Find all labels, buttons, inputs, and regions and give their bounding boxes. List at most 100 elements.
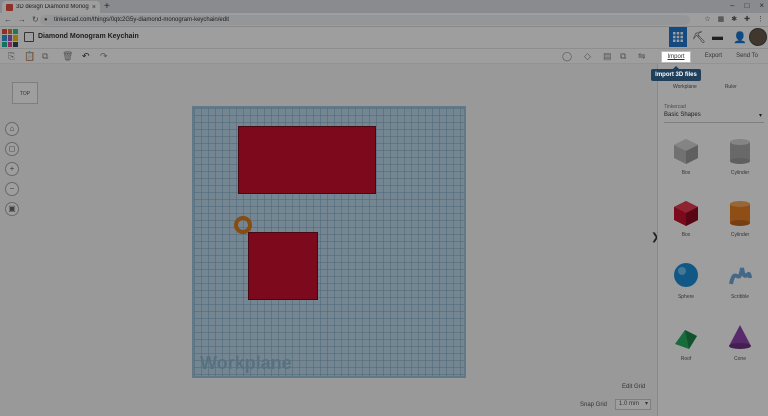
- shape-icon[interactable]: ◇: [584, 51, 591, 62]
- close-window-icon[interactable]: ×: [759, 1, 764, 10]
- home-view-icon[interactable]: ⌂: [5, 122, 19, 136]
- browser-tab[interactable]: 3D design Diamond Monogram... ×: [2, 1, 100, 13]
- back-icon[interactable]: ←: [4, 15, 12, 24]
- maximize-icon[interactable]: □: [744, 1, 749, 10]
- snap-grid-label: Snap Grid: [580, 402, 608, 408]
- forward-icon[interactable]: →: [18, 15, 26, 24]
- shapes-panel: Workplane Ruler Tinkercad Basic Shapes ▾…: [657, 64, 768, 416]
- new-tab-icon[interactable]: +: [104, 1, 110, 12]
- tab-close-icon[interactable]: ×: [92, 4, 96, 11]
- box-red-icon: [674, 201, 698, 226]
- edit-toolbar: ⎘ 📋 ⧉ 🗑 ↶ ↷ ◯ ◇ ▤ ⧉ ⇋ Export Send To: [0, 49, 768, 64]
- reload-icon[interactable]: ↻: [32, 15, 39, 24]
- send-to-button[interactable]: Send To: [736, 53, 758, 59]
- more-menu-icon[interactable]: ⋮: [757, 15, 764, 23]
- shape-library-select[interactable]: Basic Shapes ▾: [664, 112, 764, 123]
- perspective-icon[interactable]: ▣: [5, 202, 19, 216]
- shape-item[interactable]: Sphere: [663, 260, 709, 308]
- shape-label: Roof: [680, 356, 692, 362]
- red-box-shape-large[interactable]: [238, 126, 376, 194]
- snap-grid-value: 1.0 mm: [619, 401, 640, 407]
- group-icon[interactable]: ⧉: [620, 51, 626, 62]
- design-title[interactable]: Diamond Monogram Keychain: [38, 33, 139, 40]
- tools-icon[interactable]: ✚: [744, 15, 750, 23]
- shape-item[interactable]: Box: [663, 198, 709, 246]
- roof-green-icon: [675, 330, 697, 349]
- screen: 3D design Diamond Monogram... × + – □ × …: [0, 0, 768, 416]
- shape-label: Box: [681, 170, 691, 176]
- shape-item[interactable]: Roof: [663, 322, 709, 370]
- shape-label: Cylinder: [730, 170, 750, 176]
- logo-tile: [13, 41, 18, 47]
- puzzle-icon[interactable]: ✱: [731, 15, 737, 23]
- browser-tabstrip: 3D design Diamond Monogram... × + – □ ×: [0, 0, 768, 13]
- logo-tile: [2, 35, 7, 41]
- logo-tile: [7, 29, 13, 35]
- light-icon[interactable]: ◯: [562, 51, 572, 62]
- workplane-tool-button[interactable]: Workplane: [673, 84, 697, 90]
- fit-view-icon[interactable]: ◻: [5, 142, 19, 156]
- extension-grid-icon[interactable]: ▦: [718, 15, 725, 23]
- library-caption: Tinkercad: [664, 104, 686, 110]
- copy-icon[interactable]: ⎘: [8, 51, 15, 62]
- export-button[interactable]: Export: [705, 53, 722, 59]
- logo-tile: [7, 35, 13, 41]
- app-header: Diamond Monogram Keychain ⛏ ▬ 👤: [0, 27, 768, 49]
- workplane-label: Workplane: [200, 353, 292, 373]
- tab-title: 3D design Diamond Monogram...: [16, 4, 89, 10]
- import-button[interactable]: Import: [661, 51, 691, 63]
- shape-label: Cylinder: [730, 232, 750, 238]
- browser-address-bar: ← → ↻ ● tinkercad.com/things/0qtc2G5y-di…: [0, 13, 768, 27]
- duplicate-icon[interactable]: ⧉: [42, 51, 48, 62]
- shape-label: Sphere: [677, 294, 695, 300]
- redo-icon[interactable]: ↷: [100, 51, 108, 62]
- browser-extensions: ☆ ▦ ✱ ✚ ⋮: [704, 15, 764, 23]
- shape-label: Box: [681, 232, 691, 238]
- mirror-icon[interactable]: ⇋: [638, 51, 646, 62]
- 3d-view-button[interactable]: [669, 27, 687, 47]
- tinkercad-logo[interactable]: [2, 29, 18, 47]
- view-cube[interactable]: TOP: [12, 82, 38, 104]
- shape-grid: Box Cylinder Box Cylinder Sphere Scribbl…: [663, 136, 763, 370]
- toolbar-labels: Export Send To: [705, 53, 758, 59]
- import-tooltip: Import 3D files: [651, 66, 701, 81]
- shape-library-value: Basic Shapes: [664, 112, 701, 118]
- delete-icon[interactable]: 🗑: [62, 51, 73, 62]
- edit-grid-button[interactable]: Edit Grid: [622, 384, 645, 390]
- bricks-icon[interactable]: ▬: [712, 31, 723, 43]
- pickaxe-icon[interactable]: ⛏: [692, 31, 706, 44]
- box-striped-icon: [674, 139, 698, 164]
- red-box-shape-small[interactable]: [248, 232, 318, 300]
- workplane[interactable]: Workplane: [192, 106, 466, 378]
- logo-tile: [2, 41, 7, 47]
- align-icon[interactable]: ▤: [603, 51, 612, 62]
- url-field[interactable]: ● tinkercad.com/things/0qtc2G5y-diamond-…: [40, 15, 690, 25]
- add-user-icon[interactable]: 👤: [733, 31, 747, 44]
- cylinder-orange-icon: [730, 201, 750, 226]
- shape-item[interactable]: Box: [663, 136, 709, 184]
- scribble-icon: [729, 267, 752, 285]
- chevron-down-icon: ▾: [758, 113, 762, 119]
- design-menu-icon[interactable]: [24, 32, 34, 42]
- shape-item[interactable]: Cylinder: [717, 136, 763, 184]
- paste-icon[interactable]: 📋: [24, 51, 35, 62]
- logo-tile: [2, 29, 7, 35]
- zoom-out-icon[interactable]: −: [5, 182, 19, 196]
- shape-label: Cone: [734, 356, 746, 362]
- zoom-in-icon[interactable]: +: [5, 162, 19, 176]
- ruler-tool-button[interactable]: Ruler: [725, 84, 737, 90]
- star-icon[interactable]: ☆: [704, 15, 710, 23]
- tinkercad-favicon-icon: [6, 3, 13, 11]
- minimize-icon[interactable]: –: [730, 1, 734, 10]
- shape-item[interactable]: Cylinder: [717, 198, 763, 246]
- shape-item[interactable]: Cone: [717, 322, 763, 370]
- avatar[interactable]: [749, 28, 767, 46]
- url-text: tinkercad.com/things/0qtc2G5y-diamond-mo…: [54, 17, 230, 23]
- snap-grid-select[interactable]: 1.0 mm ▾: [615, 399, 651, 410]
- shape-item[interactable]: Scribble: [717, 260, 763, 308]
- undo-icon[interactable]: ↶: [82, 51, 90, 62]
- design-canvas[interactable]: TOP ⌂ ◻ + − ▣ Workplane ❯ Edit Grid Snap…: [0, 64, 659, 416]
- shape-label: Scribble: [730, 294, 750, 300]
- logo-tile: [13, 29, 18, 35]
- keyring-torus-shape[interactable]: [234, 216, 252, 234]
